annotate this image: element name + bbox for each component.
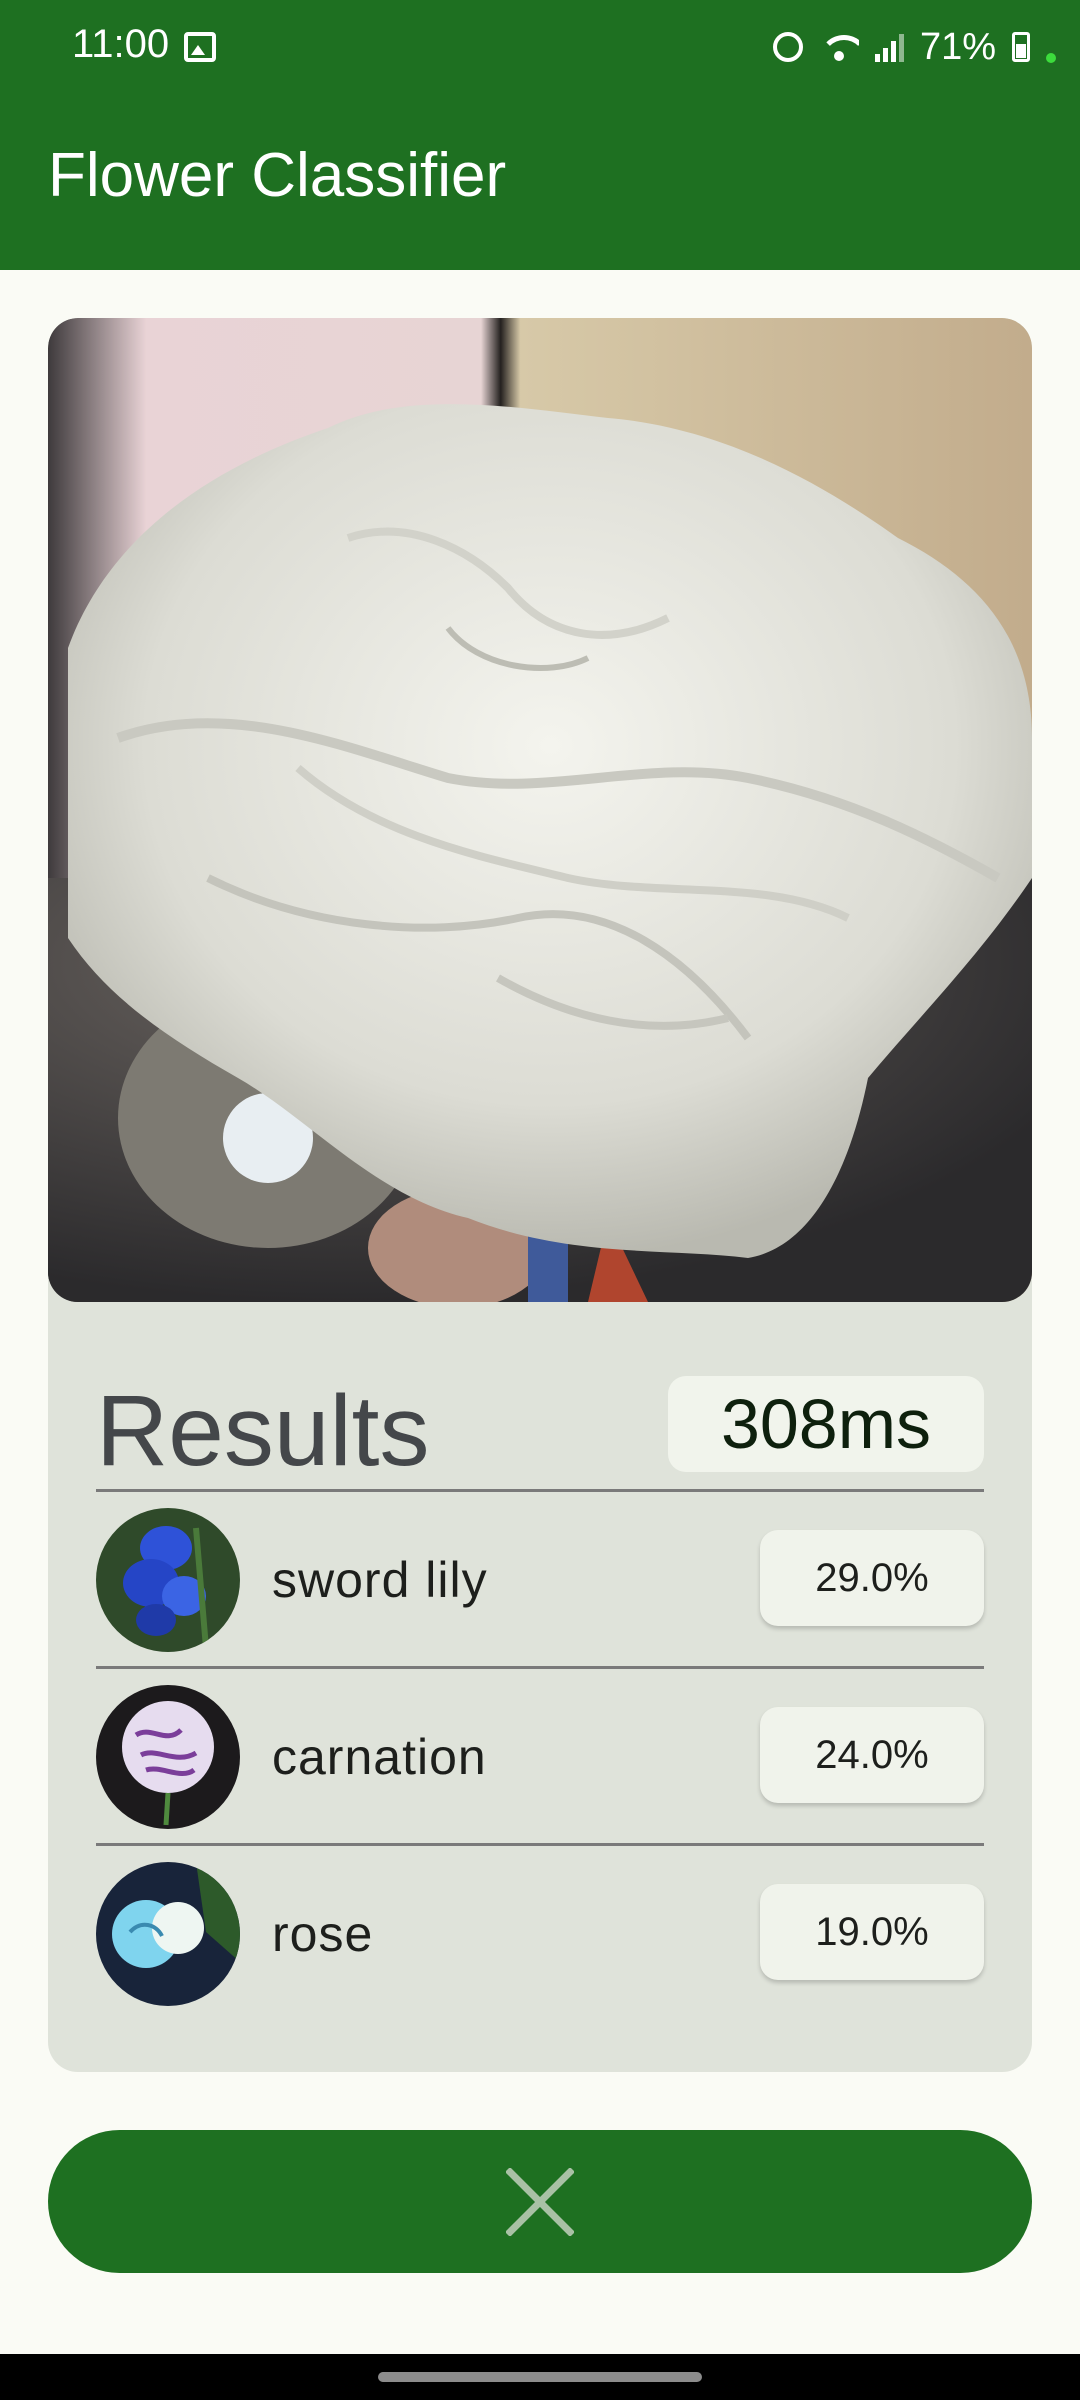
gallery-icon bbox=[184, 32, 216, 62]
result-score-badge: 19.0% bbox=[760, 1884, 984, 1980]
home-gesture-handle[interactable] bbox=[378, 2372, 702, 2382]
result-row: sword lily 29.0% bbox=[96, 1492, 984, 1669]
battery-percentage: 71% bbox=[919, 25, 996, 68]
flower-thumbnail bbox=[96, 1685, 240, 1829]
result-label: rose bbox=[272, 1906, 374, 1962]
flower-thumbnail bbox=[96, 1862, 240, 2006]
captured-photo bbox=[48, 318, 1032, 1302]
inference-time-badge: 308ms bbox=[668, 1376, 984, 1472]
app-bar: 11:00 71% Flower Classifier bbox=[0, 0, 1080, 270]
results-header: Results 308ms bbox=[96, 1368, 984, 1492]
result-score-badge: 24.0% bbox=[760, 1707, 984, 1803]
notification-dot bbox=[1046, 53, 1056, 63]
result-label: sword lily bbox=[272, 1552, 488, 1608]
signal-icon bbox=[874, 32, 904, 62]
result-row: carnation 24.0% bbox=[96, 1669, 984, 1846]
app-title: Flower Classifier bbox=[48, 141, 507, 210]
result-score-badge: 29.0% bbox=[760, 1530, 984, 1626]
flower-thumbnail bbox=[96, 1508, 240, 1652]
battery-icon bbox=[1012, 32, 1030, 62]
status-time: 11:00 bbox=[72, 22, 170, 66]
status-icons: 71% bbox=[772, 24, 1056, 70]
close-icon bbox=[506, 2167, 574, 2236]
wifi-icon bbox=[818, 31, 859, 63]
result-row: rose 19.0% bbox=[96, 1846, 984, 2023]
result-label: carnation bbox=[272, 1729, 487, 1785]
result-card: Results 308ms sword lily 29.0% carnation… bbox=[48, 318, 1032, 2072]
system-nav-bar bbox=[0, 2354, 1080, 2400]
results-title: Results bbox=[96, 1375, 430, 1487]
alarm-icon bbox=[772, 32, 803, 62]
close-button[interactable] bbox=[48, 2130, 1032, 2273]
status-bar: 11:00 71% bbox=[0, 0, 1080, 95]
